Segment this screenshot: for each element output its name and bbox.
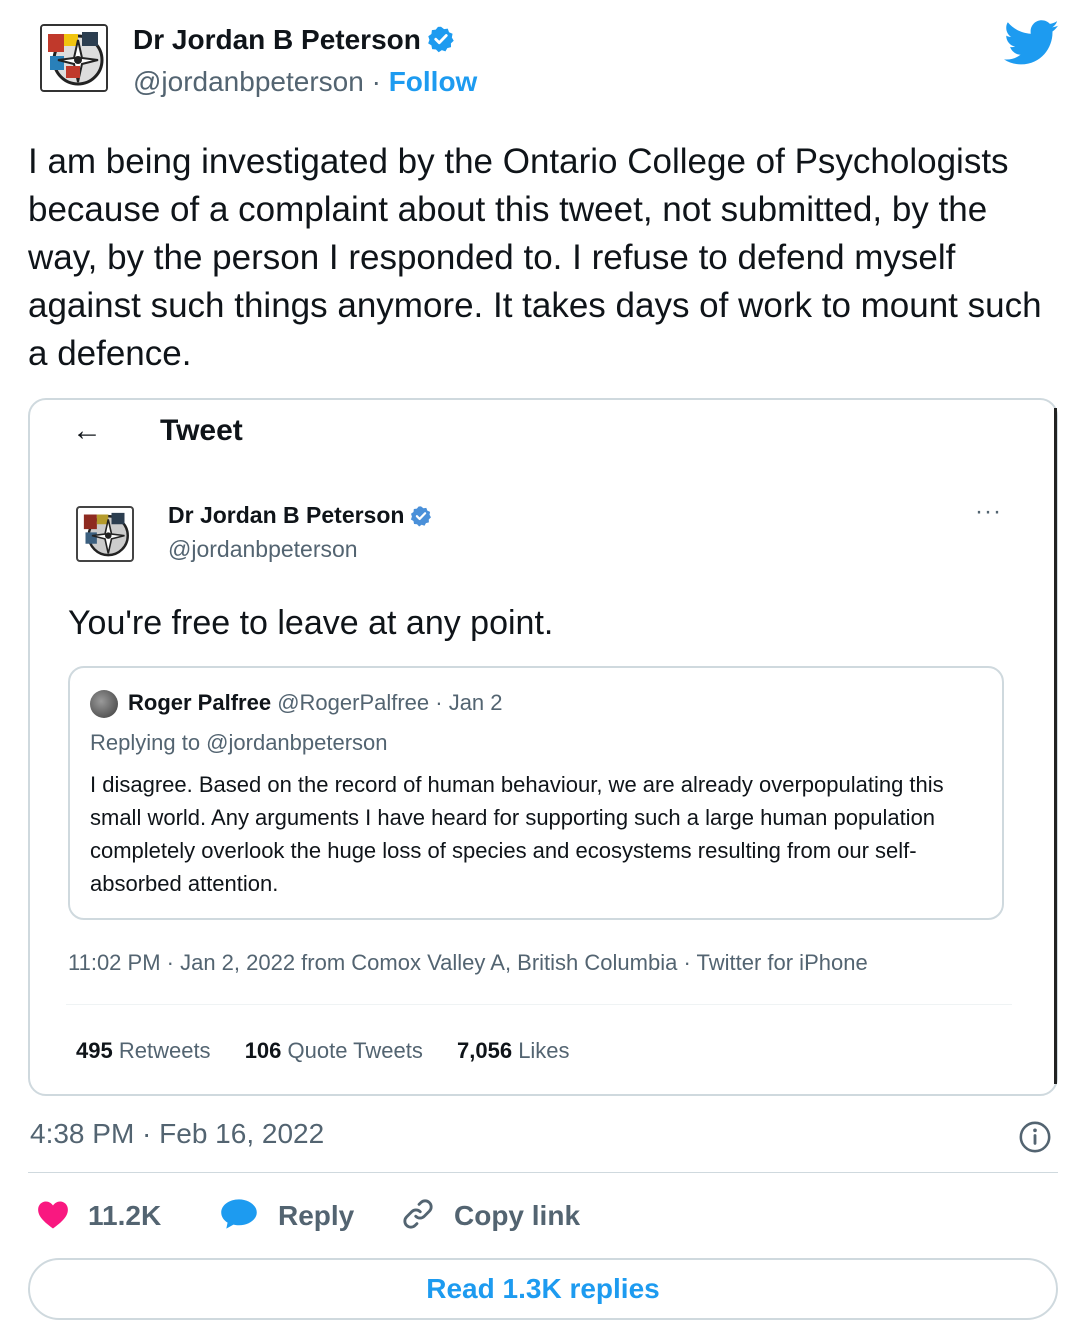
quoted-author-line: Roger Palfree @RogerPalfree · Jan 2 <box>128 690 503 716</box>
separator-dot: · <box>371 66 381 97</box>
embedded-tweet-meta: 11:02 PM · Jan 2, 2022 from Comox Valley… <box>68 950 868 975</box>
more-icon: ··· <box>975 498 1002 525</box>
quoted-author-avatar <box>90 690 118 718</box>
author-handle-line: @jordanbpeterson · Follow <box>133 66 477 98</box>
copy-link-button[interactable]: Copy link <box>400 1196 580 1236</box>
author-name[interactable]: Dr Jordan B Peterson <box>133 24 455 60</box>
quotes-label: Quote Tweets <box>287 1038 423 1063</box>
verified-badge-icon <box>410 505 432 533</box>
quoted-handle-date: @RogerPalfree · Jan 2 <box>277 690 503 715</box>
reply-label: Reply <box>278 1200 355 1231</box>
embedded-image-edge <box>1054 408 1057 1084</box>
reply-button[interactable]: Reply <box>218 1196 354 1236</box>
info-icon[interactable] <box>1018 1120 1052 1154</box>
follow-button[interactable]: Follow <box>389 66 478 97</box>
embedded-header-title: Tweet <box>160 414 243 447</box>
stat-likes: 7,056 Likes <box>457 1038 570 1063</box>
stat-quote-tweets: 106 Quote Tweets <box>245 1038 423 1063</box>
embedded-avatar-image <box>79 508 131 560</box>
retweets-label: Retweets <box>118 1038 211 1063</box>
read-replies-button[interactable]: Read 1.3K replies <box>28 1258 1058 1320</box>
copy-link-label: Copy link <box>454 1200 581 1231</box>
embedded-author-avatar <box>76 506 134 562</box>
tweet-text: I am being investigated by the Ontario C… <box>28 142 1042 373</box>
embedded-stats: 495 Retweets 106 Quote Tweets 7,056 Like… <box>76 1038 598 1064</box>
stat-retweets: 495 Retweets <box>76 1038 211 1063</box>
heart-icon <box>36 1198 70 1235</box>
embedded-author-name-text: Dr Jordan B Peterson <box>168 502 405 528</box>
author-handle[interactable]: @jordanbpeterson <box>133 66 364 97</box>
like-count: 11.2K <box>88 1200 162 1231</box>
tweet-timestamp[interactable]: 4:38 PM · Feb 16, 2022 <box>30 1118 324 1150</box>
author-name-text: Dr Jordan B Peterson <box>133 24 421 55</box>
quoted-tweet-text: I disagree. Based on the record of human… <box>90 772 944 896</box>
back-arrow-icon: ← <box>72 414 102 447</box>
quoted-replying-to: Replying to @jordanbpeterson <box>90 730 388 755</box>
author-avatar[interactable] <box>40 24 108 92</box>
footer-divider <box>28 1172 1058 1173</box>
embedded-divider <box>66 1004 1012 1005</box>
reply-bubble-icon <box>218 1197 260 1236</box>
quotes-count: 106 <box>244 1038 282 1063</box>
quoted-author-name: Roger Palfree <box>128 690 272 715</box>
link-icon <box>400 1196 436 1237</box>
like-button[interactable]: 11.2K <box>36 1196 161 1236</box>
avatar-image <box>42 26 106 90</box>
likes-count: 7,056 <box>457 1038 513 1063</box>
verified-badge-icon <box>427 25 455 60</box>
likes-label: Likes <box>518 1038 570 1063</box>
embedded-tweet-text: You're free to leave at any point. <box>68 604 554 642</box>
embedded-author-handle: @jordanbpeterson <box>168 536 358 562</box>
embedded-author-name: Dr Jordan B Peterson <box>168 502 432 533</box>
twitter-bird-icon[interactable] <box>1003 20 1060 66</box>
retweets-count: 495 <box>76 1038 113 1063</box>
